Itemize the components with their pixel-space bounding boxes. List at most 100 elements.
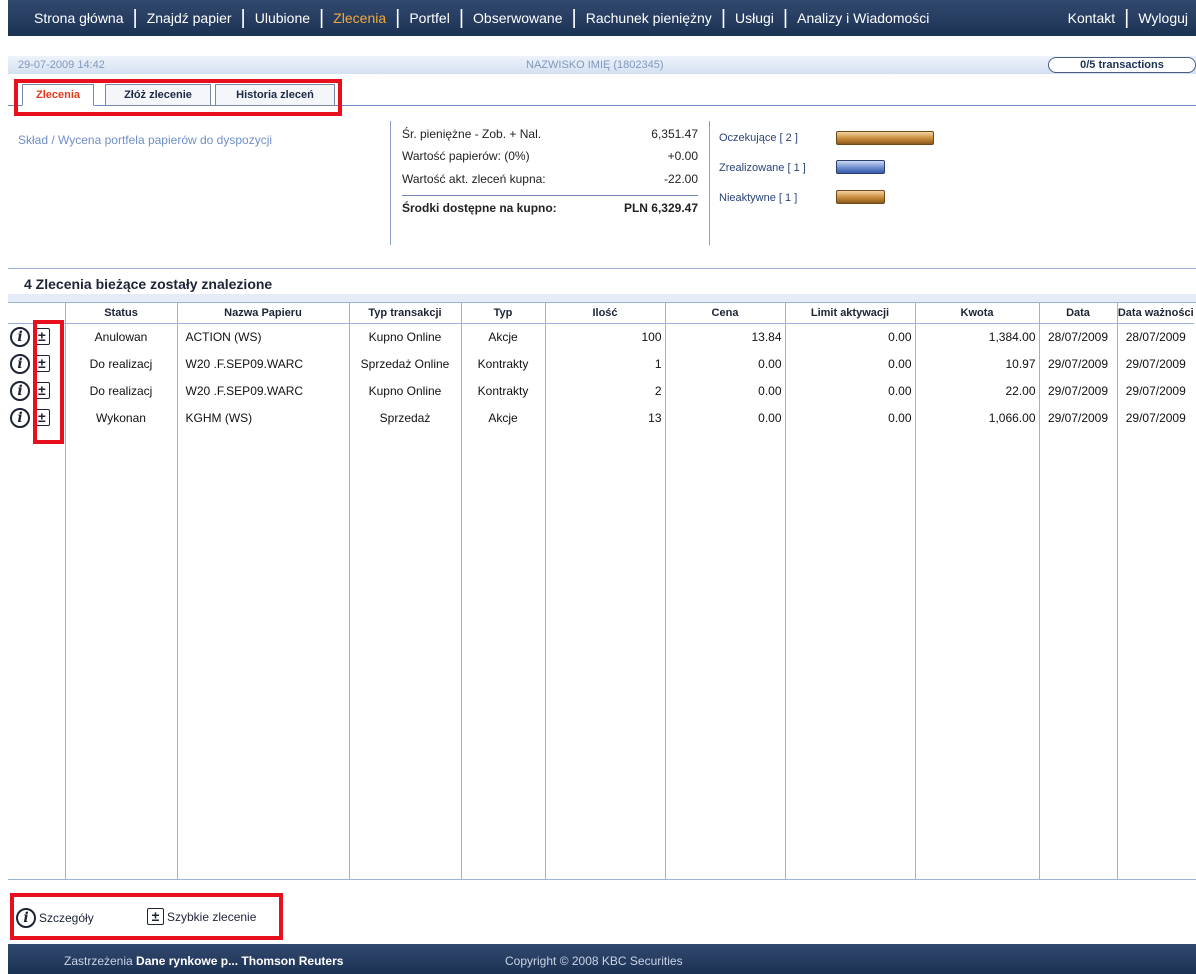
- col-date[interactable]: Data: [1038, 303, 1117, 324]
- bottom-bar: Zastrzeżenia Dane rynkowe p... Thomson R…: [8, 944, 1196, 974]
- summary-rule: [402, 195, 698, 196]
- nav-watched[interactable]: Obserwowane: [473, 10, 563, 26]
- disclaimer-link[interactable]: Zastrzeżenia: [64, 954, 133, 968]
- nav-separator: |: [720, 7, 727, 29]
- cell-price: 0.00: [664, 350, 785, 377]
- nav-separator: |: [782, 7, 789, 29]
- section-rule: [8, 268, 1196, 269]
- nav-cash-account[interactable]: Rachunek pieniężny: [586, 10, 712, 26]
- cell-amount: 1,384.00: [914, 323, 1039, 350]
- summary-securities-value: +0.00: [667, 149, 698, 163]
- nav-analysis-news[interactable]: Analizy i Wiadomości: [797, 10, 929, 26]
- legend-inactive[interactable]: Nieaktywne [ 1 ]: [719, 192, 797, 204]
- copyright: Copyright © 2008 KBC Securities: [505, 954, 683, 968]
- cell-price: 13.84: [664, 323, 785, 350]
- nav-orders[interactable]: Zlecenia: [333, 10, 386, 26]
- nav-separator: |: [1124, 7, 1130, 29]
- nav-services[interactable]: Usługi: [735, 10, 774, 26]
- cell-status: Do realizacj: [64, 350, 177, 377]
- cell-qty: 13: [544, 404, 665, 431]
- cell-name: W20 .F.SEP09.WARC: [176, 377, 349, 404]
- orders-table-wrap: Status Nazwa Papieru Typ transakcji Typ …: [8, 302, 1196, 880]
- column-rule: [1039, 323, 1040, 879]
- table-row: i ± Do realizacj W20 .F.SEP09.WARC Kupno…: [8, 377, 1194, 404]
- column-rule: [1117, 323, 1118, 879]
- summary-available-label: Środki dostępne na kupno:: [402, 201, 557, 215]
- column-rule: [545, 323, 546, 879]
- summary-available-value: PLN 6,329.47: [623, 201, 698, 215]
- col-expiry[interactable]: Data ważności: [1116, 303, 1194, 324]
- column-rule: [665, 323, 666, 879]
- legend-completed[interactable]: Zrealizowane [ 1 ]: [719, 162, 806, 174]
- user-name: NAZWISKO IMIĘ (1802345): [526, 59, 664, 71]
- column-rule: [915, 323, 916, 879]
- nav-separator: |: [571, 7, 577, 29]
- cell-type: Kontrakty: [460, 350, 545, 377]
- summary-buy-orders-value: -22.00: [663, 172, 698, 186]
- account-nav: Kontakt | Wyloguj: [1068, 8, 1196, 28]
- legend-pending[interactable]: Oczekujące [ 2 ]: [719, 132, 798, 144]
- cell-date: 29/07/2009: [1038, 404, 1117, 431]
- cell-txtype: Sprzedaż: [348, 404, 461, 431]
- nav-separator: |: [395, 7, 401, 29]
- col-txtype[interactable]: Typ transakcji: [348, 303, 461, 324]
- info-icon[interactable]: i: [10, 353, 30, 374]
- nav-separator: |: [132, 7, 138, 29]
- column-rule: [785, 323, 786, 879]
- nav-portfolio[interactable]: Portfel: [409, 10, 449, 26]
- info-icon[interactable]: i: [10, 380, 30, 401]
- cell-status: Wykonan: [64, 404, 177, 431]
- market-data-credit[interactable]: Dane rynkowe p... Thomson Reuters: [136, 954, 343, 968]
- cell-limit: 0.00: [784, 323, 915, 350]
- info-icon[interactable]: i: [10, 407, 30, 428]
- col-amount[interactable]: Kwota: [914, 303, 1039, 324]
- row-icons-highlight: [33, 320, 64, 444]
- column-rule: [177, 323, 178, 879]
- cell-expiry: 29/07/2009: [1116, 377, 1194, 404]
- cell-qty: 1: [544, 350, 665, 377]
- nav-find-security[interactable]: Znajdź papier: [147, 10, 232, 26]
- info-icon[interactable]: i: [10, 326, 30, 347]
- cell-amount: 10.97: [914, 350, 1039, 377]
- nav-logout[interactable]: Wyloguj: [1138, 10, 1188, 26]
- table-row: i ± Do realizacj W20 .F.SEP09.WARC Sprze…: [8, 350, 1194, 377]
- legend-inactive-label: Nieaktywne [ 1 ]: [719, 192, 798, 204]
- orders-heading: 4 Zlecenia bieżące zostały znalezione: [24, 276, 273, 292]
- cell-txtype: Kupno Online: [348, 323, 461, 350]
- nav-separator: |: [319, 7, 325, 29]
- cell-qty: 2: [544, 377, 665, 404]
- nav-separator: |: [458, 7, 465, 29]
- cell-price: 0.00: [664, 404, 785, 431]
- cell-name: W20 .F.SEP09.WARC: [176, 350, 349, 377]
- cell-amount: 1,066.00: [914, 404, 1039, 431]
- cell-txtype: Kupno Online: [348, 377, 461, 404]
- column-rule: [349, 323, 350, 879]
- summary-securities-label: Wartość papierów: (0%): [402, 149, 530, 163]
- session-datetime: 29-07-2009 14:42: [18, 59, 105, 71]
- col-type[interactable]: Typ: [460, 303, 545, 324]
- summary-buy-orders-label: Wartość akt. zleceń kupna:: [402, 172, 546, 186]
- summary-buy-orders-row: Wartość akt. zleceń kupna: -22.00: [402, 172, 698, 186]
- cell-date: 29/07/2009: [1038, 350, 1117, 377]
- summary-divider: [390, 121, 391, 245]
- summary-title: Skład / Wycena portfela papierów do dysp…: [18, 133, 273, 147]
- col-price[interactable]: Cena: [664, 303, 785, 324]
- col-limit[interactable]: Limit aktywacji: [784, 303, 915, 324]
- cell-name: ACTION (WS): [176, 323, 349, 350]
- summary-cash-row: Śr. pieniężne - Zob. + Nal. 6,351.47: [402, 127, 698, 141]
- footer-legend-highlight: [10, 893, 283, 940]
- legend-completed-bar: [836, 160, 885, 174]
- col-name[interactable]: Nazwa Papieru: [176, 303, 349, 324]
- legend-inactive-bar: [836, 190, 885, 204]
- nav-contact[interactable]: Kontakt: [1068, 10, 1115, 26]
- col-status[interactable]: Status: [64, 303, 177, 324]
- col-qty[interactable]: Ilość: [544, 303, 665, 324]
- nav-favorites[interactable]: Ulubione: [255, 10, 310, 26]
- nav-home[interactable]: Strona główna: [34, 10, 124, 26]
- transactions-badge[interactable]: 0/5 transactions: [1048, 57, 1196, 73]
- cell-qty: 100: [544, 323, 665, 350]
- cell-status: Do realizacj: [64, 377, 177, 404]
- tabs-highlight: [14, 79, 342, 116]
- orders-header-row: Status Nazwa Papieru Typ transakcji Typ …: [8, 303, 1194, 324]
- cell-type: Akcje: [460, 404, 545, 431]
